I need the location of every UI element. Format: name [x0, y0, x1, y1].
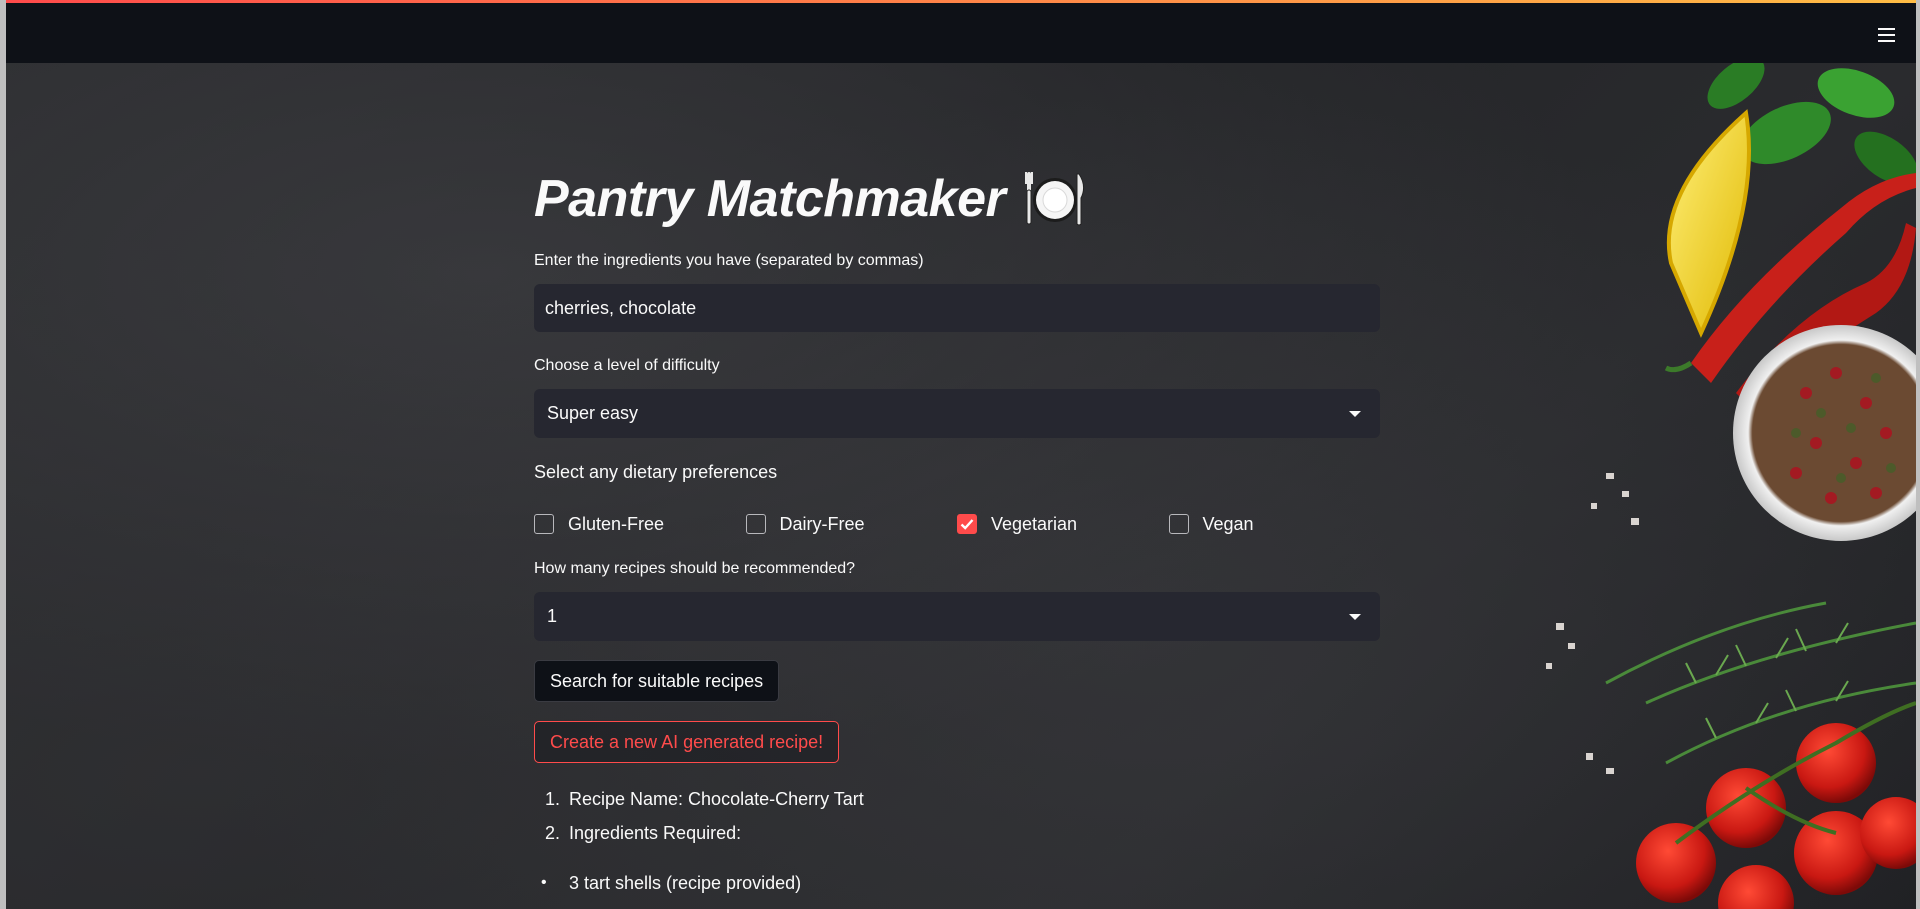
checkbox-label: Vegan [1202, 513, 1254, 534]
difficulty-selected-value: Super easy [547, 403, 639, 423]
difficulty-select[interactable]: Super easy [534, 389, 1380, 438]
checkbox-vegetarian[interactable]: Vegetarian [957, 514, 1169, 535]
checkbox-unchecked-icon[interactable] [534, 514, 554, 534]
ingredients-label: Enter the ingredients you have (separate… [534, 252, 924, 269]
list-item: 2. Ingredients Required: [545, 822, 742, 843]
recipe-result-list: 1. Recipe Name: Chocolate-Cherry Tart 2.… [534, 782, 1380, 850]
recipe-count-selected-value: 1 [547, 606, 558, 626]
hamburger-menu-icon[interactable] [1872, 23, 1900, 47]
page-title: Pantry Matchmaker [534, 160, 1380, 238]
checkbox-unchecked-icon[interactable] [745, 514, 766, 534]
dietary-label: Select any dietary preferences [534, 462, 778, 482]
list-item: • 3 tart shells (recipe provided) [541, 872, 802, 893]
list-item: 1. Recipe Name: Chocolate-Cherry Tart [545, 788, 864, 809]
difficulty-label: Choose a level of difficulty [534, 357, 720, 374]
app-root: Pantry Matchmaker Enter the ingredients … [6, 0, 1916, 909]
checkbox-label: Vegetarian [991, 513, 1078, 534]
chevron-down-icon [1349, 613, 1361, 620]
chevron-down-icon [1349, 410, 1361, 417]
ingredients-input-value: cherries, chocolate [545, 297, 697, 318]
checkbox-unchecked-icon[interactable] [1168, 514, 1189, 534]
main-content: Pantry Matchmaker Enter the ingredients … [534, 160, 1380, 900]
checkbox-checked-icon[interactable] [957, 514, 977, 534]
page-title-text: Pantry Matchmaker [534, 170, 1006, 228]
recipe-count-label: How many recipes should be recommended? [534, 560, 856, 577]
plate-with-cutlery-icon [1023, 170, 1087, 228]
recipe-count-select[interactable]: 1 [534, 592, 1380, 641]
checkbox-vegan[interactable]: Vegan [1168, 513, 1381, 535]
checkbox-label: Gluten-Free [568, 513, 665, 534]
checkbox-dairy-free[interactable]: Dairy-Free [745, 513, 958, 535]
search-recipes-button[interactable]: Search for suitable recipes [534, 660, 780, 702]
checkbox-gluten-free[interactable]: Gluten-Free [534, 514, 746, 535]
ai-generate-recipe-button[interactable]: Create a new AI generated recipe! [534, 721, 840, 763]
dietary-options: Gluten-Free Dairy-Free Vegetarian Vegan [534, 511, 1380, 537]
ingredients-input[interactable]: cherries, chocolate [534, 284, 1380, 332]
window-frame-right [1916, 0, 1920, 909]
ingredient-bullet-list: • 3 tart shells (recipe provided) [534, 866, 1380, 900]
checkbox-label: Dairy-Free [779, 513, 865, 534]
background-vegetables-image [1546, 63, 1916, 909]
app-header [6, 3, 1916, 63]
